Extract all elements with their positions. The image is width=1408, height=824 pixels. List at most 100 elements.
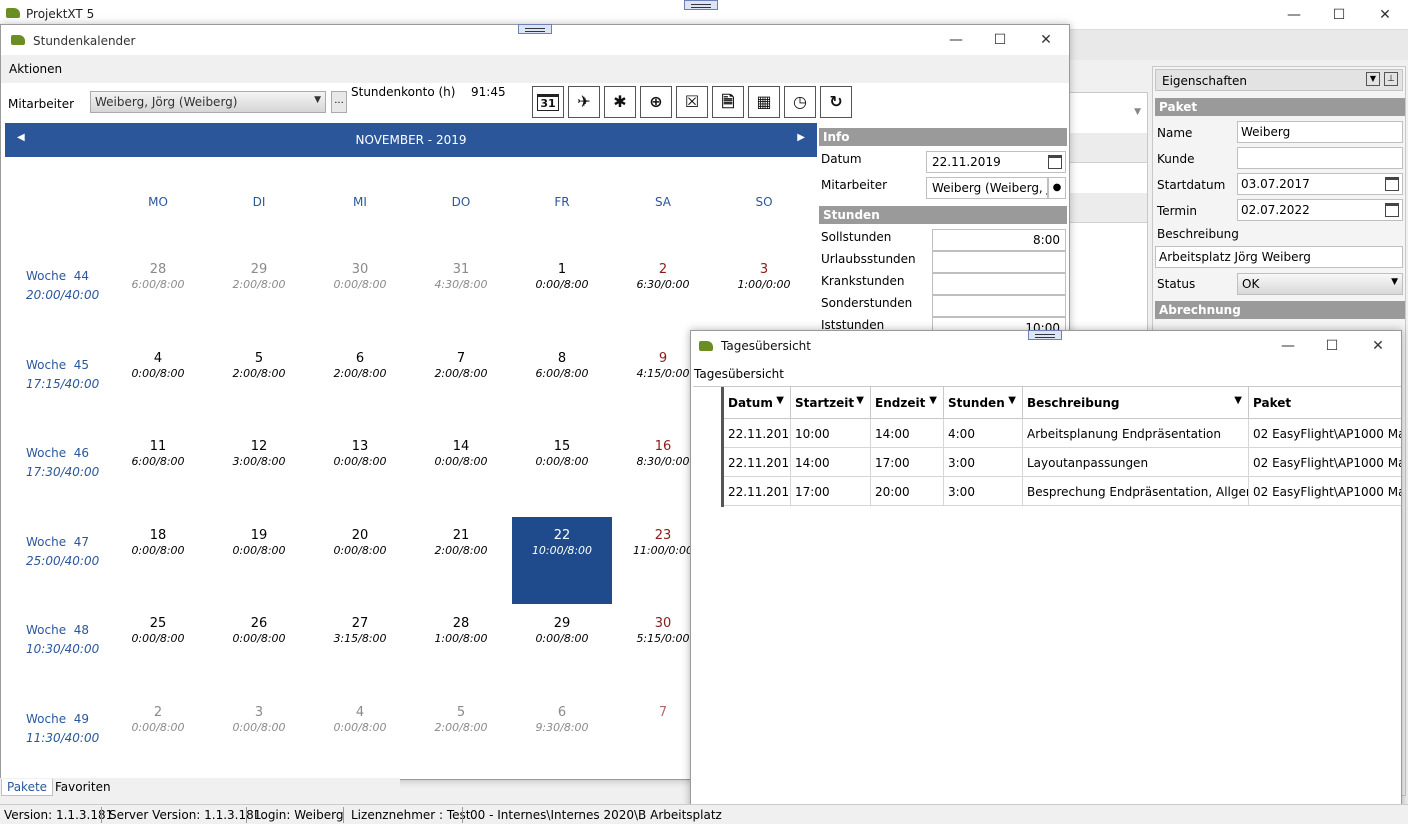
- close-icon[interactable]: ✕: [1037, 31, 1055, 49]
- calendar-day[interactable]: 29 0:00/8:00: [512, 605, 612, 692]
- dock-grip-icon[interactable]: [684, 0, 718, 10]
- calendar-day[interactable]: 8 6:00/8:00: [512, 340, 612, 427]
- calendar-day[interactable]: 2 0:00/8:00: [108, 694, 208, 781]
- column-header[interactable]: Stunden ▼: [944, 387, 1023, 419]
- calendar-clock-icon[interactable]: ◷: [784, 86, 816, 118]
- table-cell[interactable]: 14:00: [791, 448, 871, 477]
- table-cell[interactable]: 3:00: [944, 448, 1023, 477]
- calendar-day[interactable]: 18 0:00/8:00: [108, 517, 208, 604]
- dock-grip-icon[interactable]: [518, 24, 552, 34]
- calendar-day[interactable]: 15 0:00/8:00: [512, 428, 612, 515]
- calendar-day[interactable]: 25 0:00/8:00: [108, 605, 208, 692]
- table-cell[interactable]: 17:00: [791, 477, 871, 506]
- calendar-day[interactable]: 2 6:30/0:00: [613, 251, 713, 338]
- sollstunden-field[interactable]: 8:00: [932, 229, 1066, 251]
- calendar-day[interactable]: 5 2:00/8:00: [411, 694, 511, 781]
- calendar-icon[interactable]: [1048, 155, 1062, 169]
- calendar-day[interactable]: 1 0:00/8:00: [512, 251, 612, 338]
- mitarbeiter-browse-button[interactable]: ...: [331, 91, 347, 113]
- pin-icon[interactable]: ⊥: [1384, 72, 1398, 86]
- minimize-icon[interactable]: —: [1285, 6, 1303, 24]
- table-cell[interactable]: 14:00: [871, 419, 944, 448]
- week-label[interactable]: Woche 47 25:00/40:00: [26, 535, 99, 568]
- next-month-icon[interactable]: ▶: [797, 132, 805, 143]
- status-select[interactable]: OK ▼: [1237, 273, 1403, 295]
- document-icon[interactable]: 🗎: [712, 86, 744, 118]
- week-label[interactable]: Woche 49 11:30/40:00: [26, 712, 99, 745]
- cancel-x-icon[interactable]: ☒: [676, 86, 708, 118]
- table-cell[interactable]: 22.11.2019: [724, 448, 791, 477]
- filter-icon[interactable]: ▼: [1234, 395, 1242, 406]
- week-label[interactable]: Woche 45 17:15/40:00: [26, 358, 99, 391]
- table-cell[interactable]: Arbeitsplanung Endpräsentation: [1023, 419, 1249, 448]
- menu-aktionen[interactable]: Aktionen: [9, 62, 62, 76]
- calendar-day[interactable]: 5 2:00/8:00: [209, 340, 309, 427]
- datum-field[interactable]: 22.11.2019: [926, 151, 1066, 173]
- calculator-icon[interactable]: ▦: [748, 86, 780, 118]
- calendar-day[interactable]: 26 0:00/8:00: [209, 605, 309, 692]
- calendar-day[interactable]: 27 3:15/8:00: [310, 605, 410, 692]
- asterisk-icon[interactable]: ✱: [604, 86, 636, 118]
- name-field[interactable]: Weiberg: [1237, 121, 1403, 143]
- table-cell[interactable]: 02 EasyFlight\AP1000 Mana: [1249, 419, 1401, 448]
- calendar-day[interactable]: 13 0:00/8:00: [310, 428, 410, 515]
- kunde-field[interactable]: [1237, 147, 1403, 169]
- info-mitarbeiter-field[interactable]: Weiberg (Weiberg, Jö: [926, 177, 1048, 199]
- mitarbeiter-select[interactable]: Weiberg, Jörg (Weiberg) ▼: [90, 91, 326, 113]
- calendar-icon[interactable]: [1385, 203, 1399, 217]
- close-icon[interactable]: ✕: [1376, 6, 1394, 24]
- table-cell[interactable]: 4:00: [944, 419, 1023, 448]
- table-cell[interactable]: 17:00: [871, 448, 944, 477]
- calendar-day[interactable]: 29 2:00/8:00: [209, 251, 309, 338]
- week-label[interactable]: Woche 44 20:00/40:00: [26, 269, 99, 302]
- filter-icon[interactable]: ▼: [1008, 395, 1016, 406]
- close-icon[interactable]: ✕: [1369, 337, 1387, 355]
- termin-field[interactable]: 02.07.2022: [1237, 199, 1403, 221]
- dropdown-icon[interactable]: ▼: [1366, 72, 1380, 86]
- calendar-day-selected[interactable]: 22 10:00/8:00: [512, 517, 612, 604]
- minimize-icon[interactable]: —: [1279, 337, 1297, 355]
- calendar-day[interactable]: 19 0:00/8:00: [209, 517, 309, 604]
- calendar-day[interactable]: 6 9:30/8:00: [512, 694, 612, 781]
- table-cell[interactable]: Layoutanpassungen: [1023, 448, 1249, 477]
- calendar-day[interactable]: 30 0:00/8:00: [310, 251, 410, 338]
- calendar-day[interactable]: 28 6:00/8:00: [108, 251, 208, 338]
- dock-grip-icon[interactable]: [1028, 330, 1062, 340]
- table-cell[interactable]: 10:00: [791, 419, 871, 448]
- calendar-day[interactable]: 20 0:00/8:00: [310, 517, 410, 604]
- table-cell[interactable]: 22.11.2019: [724, 477, 791, 506]
- calendar-day[interactable]: 21 2:00/8:00: [411, 517, 511, 604]
- plus-icon[interactable]: ⊕: [640, 86, 672, 118]
- calendar-day[interactable]: 3 1:00/0:00: [714, 251, 814, 338]
- calendar-day[interactable]: 28 1:00/8:00: [411, 605, 511, 692]
- urlaubsstunden-field[interactable]: [932, 251, 1066, 273]
- airplane-icon[interactable]: ✈: [568, 86, 600, 118]
- column-header[interactable]: Beschreibung ▼: [1023, 387, 1249, 419]
- filter-icon[interactable]: ▼: [856, 395, 864, 406]
- tab-pakete[interactable]: Pakete: [1, 779, 54, 796]
- tab-favoriten[interactable]: Favoriten: [50, 779, 116, 795]
- table-cell[interactable]: 22.11.2019: [724, 419, 791, 448]
- column-header[interactable]: Startzeit ▼: [791, 387, 871, 419]
- calendar-day[interactable]: 14 0:00/8:00: [411, 428, 511, 515]
- calendar-day[interactable]: 6 2:00/8:00: [310, 340, 410, 427]
- calendar-day[interactable]: 11 6:00/8:00: [108, 428, 208, 515]
- filter-icon[interactable]: ▼: [776, 395, 784, 406]
- table-cell[interactable]: Besprechung Endpräsentation, Allgemein: [1023, 477, 1249, 506]
- table-cell[interactable]: 02 EasyFlight\AP1000 Mana: [1249, 477, 1401, 506]
- sonderstunden-field[interactable]: [932, 295, 1066, 317]
- startdatum-field[interactable]: 03.07.2017: [1237, 173, 1403, 195]
- calendar-day[interactable]: 4 0:00/8:00: [108, 340, 208, 427]
- krankstunden-field[interactable]: [932, 273, 1066, 295]
- beschreibung-field[interactable]: Arbeitsplatz Jörg Weiberg: [1155, 246, 1403, 268]
- maximize-icon[interactable]: ☐: [1330, 6, 1348, 24]
- refresh-icon[interactable]: ↻: [820, 86, 852, 118]
- calendar-day[interactable]: 3 0:00/8:00: [209, 694, 309, 781]
- column-header[interactable]: Endzeit ▼: [871, 387, 944, 419]
- calendar-31-icon[interactable]: 31: [532, 86, 564, 118]
- week-label[interactable]: Woche 48 10:30/40:00: [26, 623, 99, 656]
- calendar-day[interactable]: 4 0:00/8:00: [310, 694, 410, 781]
- calendar-day[interactable]: 31 4:30/8:00: [411, 251, 511, 338]
- column-header[interactable]: Datum ▼: [724, 387, 791, 419]
- filter-icon[interactable]: ▼: [929, 395, 937, 406]
